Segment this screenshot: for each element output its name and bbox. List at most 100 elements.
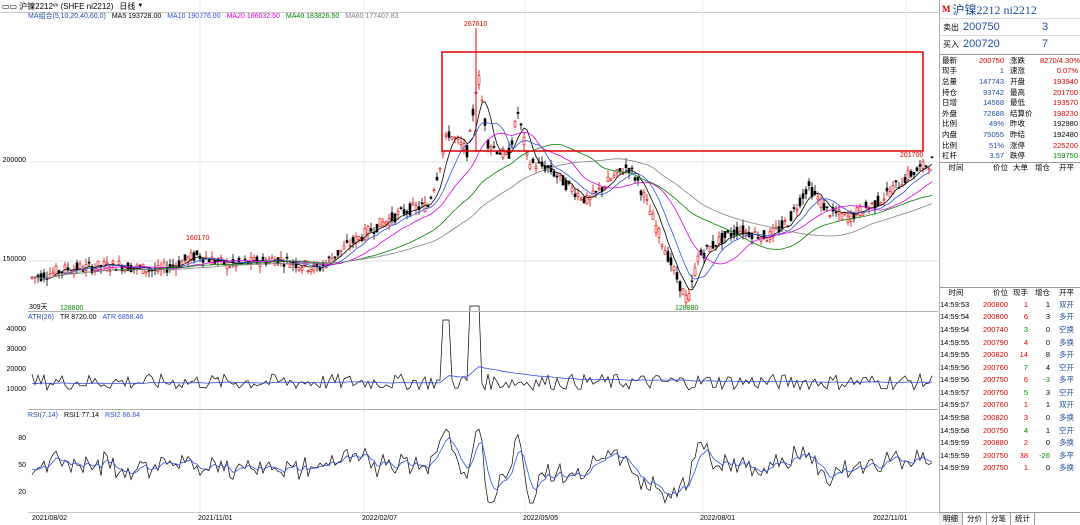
- column-header[interactable]: 开平: [1050, 287, 1074, 298]
- column-header[interactable]: 增仓: [1028, 287, 1050, 298]
- date-label: 2022/11/01: [873, 515, 908, 522]
- candle-body: [510, 140, 514, 145]
- quote-label: 昨结: [1010, 129, 1025, 139]
- tick-price: 200880: [982, 438, 1008, 448]
- tick-row[interactable]: 14:59:58 200750 4 1 空开: [940, 424, 1080, 437]
- candle-body: [78, 263, 82, 269]
- candle-body: [795, 208, 799, 211]
- axis-label-30000: 30000: [6, 346, 26, 353]
- quote-label: 持仓: [942, 87, 957, 97]
- tab-detail[interactable]: 明细: [939, 513, 963, 525]
- column-header[interactable]: 大单: [1008, 162, 1028, 173]
- quote-label: 开盘: [1010, 76, 1025, 86]
- tick-type: 多开: [1059, 350, 1074, 360]
- tick-row[interactable]: 14:59:59 200880 2 0 多换: [940, 436, 1080, 449]
- panel-title: 沪镍2212 ni2212: [952, 2, 1037, 17]
- candle-body: [756, 237, 760, 239]
- tick-row[interactable]: 14:59:53 200800 1 1 双开: [940, 298, 1080, 311]
- candle-body: [564, 180, 568, 190]
- tick-time: 14:59:58: [940, 425, 970, 435]
- ask-row[interactable]: 卖出 200750 3: [940, 18, 1080, 35]
- candle-body: [405, 211, 409, 214]
- tick-row[interactable]: 14:59:59 200750 38 -26 多平: [940, 449, 1080, 462]
- candle-body: [519, 123, 523, 126]
- tick-oi-change: 0: [1045, 337, 1050, 347]
- candle-body: [327, 256, 331, 259]
- column-header[interactable]: 价位: [972, 287, 1008, 298]
- market-icon[interactable]: M: [942, 4, 951, 14]
- candle-body: [912, 172, 916, 175]
- column-header[interactable]: 时间: [940, 287, 972, 298]
- panel-divider[interactable]: [28, 311, 938, 312]
- tick-row[interactable]: 14:59:55 200820 14 8 多开: [940, 348, 1080, 361]
- candle-body: [171, 264, 175, 267]
- tick-row[interactable]: 14:59:56 200760 7 4 空开: [940, 361, 1080, 374]
- candle-body: [432, 189, 436, 191]
- bigorder-header: 时间 价位 大单 增仓 开平: [940, 161, 1080, 173]
- tick-type: 多平: [1059, 375, 1074, 385]
- candle-body: [414, 205, 418, 211]
- tab-split[interactable]: 分笔: [987, 513, 1011, 525]
- rsi-legend-name[interactable]: RSI(7,14): [28, 412, 58, 419]
- tick-volume: 6: [1023, 312, 1028, 322]
- tick-price: 200790: [982, 337, 1008, 347]
- candle-body: [696, 255, 700, 262]
- quote-label: 杠杆: [942, 151, 957, 161]
- candle-body: [594, 190, 598, 193]
- panel-divider[interactable]: [28, 409, 938, 410]
- candle-body: [930, 156, 934, 159]
- axis-label-10000: 10000: [6, 386, 26, 393]
- candle-body: [489, 146, 493, 150]
- candle-body: [714, 244, 718, 247]
- date-label: 2022/02/07: [362, 515, 398, 522]
- tick-row[interactable]: 14:59:58 200820 3 0 多换: [940, 411, 1080, 424]
- tick-header: 时间 价位 现手 增仓 开平: [940, 286, 1080, 298]
- bigorder-list: [940, 173, 1080, 287]
- candle-body: [606, 176, 610, 182]
- quote-row: 现手 1 速涨 0.07%: [940, 66, 1080, 77]
- candle-body: [666, 251, 670, 262]
- tick-time: 14:59:56: [940, 375, 970, 385]
- tick-row[interactable]: 14:59:54 200740 3 0 空换: [940, 323, 1080, 336]
- candle-body: [660, 244, 664, 247]
- tick-oi-change: 1: [1045, 299, 1050, 309]
- candle-body: [447, 131, 451, 138]
- tab-stats[interactable]: 统计: [1011, 513, 1035, 525]
- tick-type: 多换: [1059, 438, 1074, 448]
- candle-body: [636, 176, 640, 181]
- column-header[interactable]: 增仓: [1028, 162, 1050, 173]
- candle-body: [870, 202, 874, 205]
- quote-value: 3.57: [989, 151, 1004, 161]
- column-header[interactable]: 价位: [972, 162, 1008, 173]
- tick-time: 14:59:59: [940, 438, 970, 448]
- candle-body: [498, 152, 502, 155]
- tick-row[interactable]: 14:59:57 200750 5 3 空开: [940, 386, 1080, 399]
- column-header[interactable]: 开平: [1050, 162, 1074, 173]
- tab-price[interactable]: 分价: [963, 513, 987, 525]
- atr-legend-name[interactable]: ATR(26): [28, 314, 54, 321]
- date-axis: 2021/08/02 2021/11/01 2022/02/07 2022/05…: [28, 512, 938, 525]
- kline-chart[interactable]: 267610 160170 128880 128800 201700 309天: [28, 0, 938, 512]
- candle-body: [597, 187, 601, 190]
- candle-body: [282, 264, 286, 267]
- tick-row[interactable]: 14:59:55 200790 4 0 多换: [940, 336, 1080, 349]
- tick-row[interactable]: 14:59:57 200760 1 1 双开: [940, 399, 1080, 412]
- tick-oi-change: 4: [1045, 362, 1050, 372]
- tick-time: 14:59:54: [940, 324, 970, 334]
- tick-row[interactable]: 14:59:59 200750 1 0 多换: [940, 462, 1080, 475]
- tick-row[interactable]: 14:59:54 200800 6 3 多开: [940, 311, 1080, 324]
- column-header[interactable]: 时间: [940, 162, 972, 173]
- rsi1-line: [31, 428, 933, 504]
- tick-oi-change: 3: [1045, 312, 1050, 322]
- tick-price: 200800: [982, 312, 1008, 322]
- column-header[interactable]: 现手: [1008, 287, 1028, 298]
- candle-body: [690, 280, 694, 283]
- quote-table: 最新 200750 涨跌 8270/4.30% 现手 1 速涨 0.07% 总量 147743 开盘…: [940, 54, 1080, 161]
- quote-value: 159750: [1052, 151, 1078, 161]
- candle-body: [399, 207, 403, 209]
- bid-row[interactable]: 买入 200720 7: [940, 35, 1080, 52]
- candle-body: [753, 231, 757, 233]
- tick-row[interactable]: 14:59:56 200750 6 -3 多平: [940, 374, 1080, 387]
- tick-time: 14:59:57: [940, 387, 970, 397]
- quote-label: 比例: [942, 119, 957, 129]
